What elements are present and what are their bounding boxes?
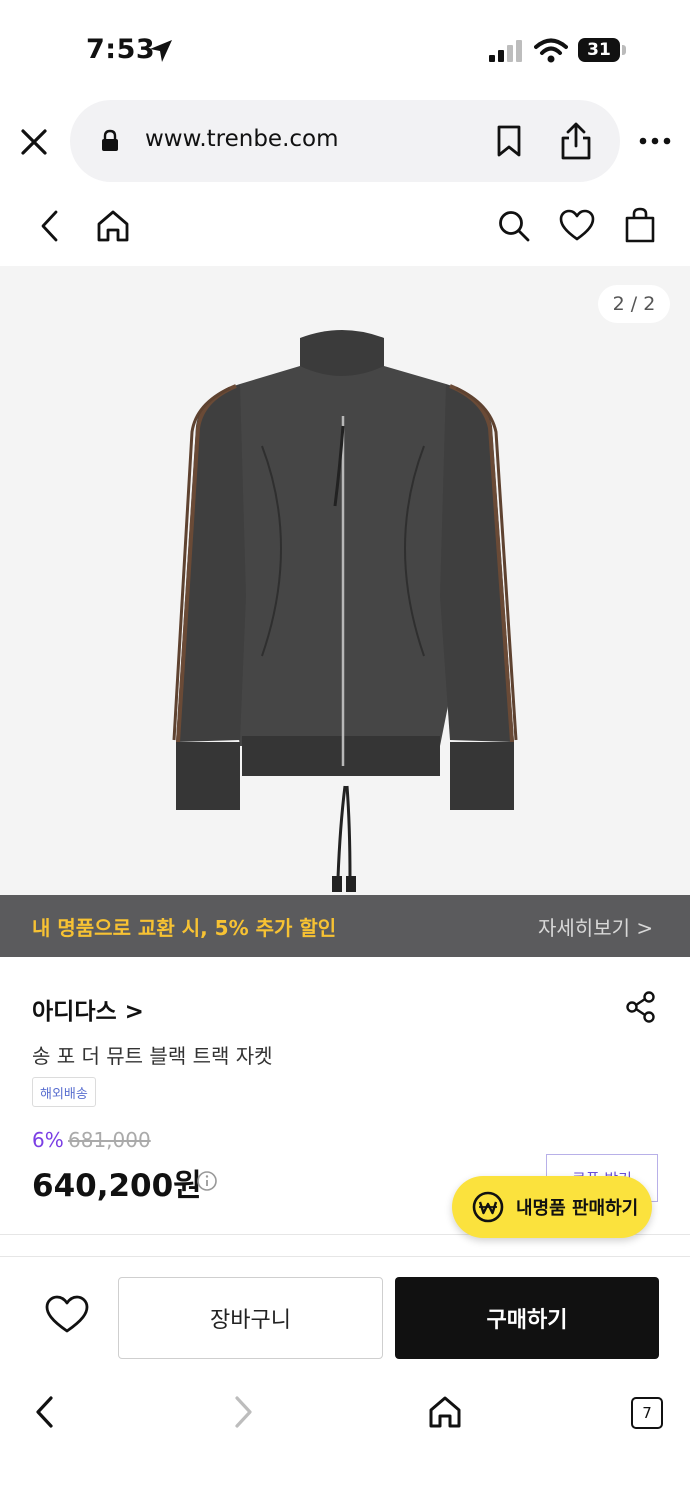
bookmark-icon[interactable] (494, 124, 524, 158)
overseas-shipping-tag: 해외배송 (32, 1077, 96, 1107)
shopping-bag-icon[interactable] (622, 206, 658, 244)
sell-button-label: 내명품 판매하기 (516, 1198, 639, 1219)
won-coin-icon (472, 1191, 504, 1223)
original-price: 681,000 (68, 1128, 151, 1152)
product-share-icon[interactable] (624, 990, 658, 1024)
more-options-icon[interactable] (638, 134, 672, 148)
tabs-count-button[interactable]: 7 (631, 1397, 663, 1429)
url-text[interactable]: www.trenbe.com (145, 126, 339, 152)
product-image-gallery[interactable] (0, 266, 690, 896)
product-name: 송 포 더 뮤트 블랙 트랙 자켓 (32, 1044, 273, 1068)
back-icon[interactable] (36, 208, 66, 244)
info-icon[interactable] (196, 1170, 218, 1192)
browser-forward-icon[interactable] (228, 1394, 258, 1430)
product-image (172, 330, 518, 892)
wifi-icon (534, 38, 568, 63)
buy-now-button[interactable]: 구매하기 (395, 1277, 659, 1359)
browser-back-icon[interactable] (30, 1394, 60, 1430)
search-icon[interactable] (496, 208, 532, 244)
battery-indicator: 31 (578, 38, 620, 62)
sale-price: 640,200원 (32, 1168, 202, 1204)
lock-icon (102, 129, 118, 151)
promo-details-link[interactable]: 자세히보기 > (538, 912, 653, 941)
cellular-signal-icon (489, 40, 522, 62)
wishlist-heart-icon[interactable] (558, 208, 596, 244)
battery-tip (622, 45, 626, 55)
location-arrow-icon (150, 40, 172, 62)
browser-home-icon[interactable] (426, 1394, 464, 1430)
add-to-cart-button[interactable]: 장바구니 (118, 1277, 383, 1359)
close-button[interactable] (14, 122, 54, 162)
image-counter: 2 / 2 (598, 285, 670, 323)
like-heart-icon[interactable] (44, 1294, 90, 1336)
home-icon[interactable] (94, 208, 132, 244)
discount-rate: 6% (32, 1128, 64, 1152)
close-icon (21, 129, 47, 155)
divider (0, 1256, 690, 1257)
status-time: 7:53 (86, 34, 156, 65)
brand-link[interactable]: 아디다스 > (32, 992, 144, 1026)
promo-text: 내 명품으로 교환 시, 5% 추가 할인 (32, 916, 337, 940)
share-icon[interactable] (558, 120, 594, 162)
